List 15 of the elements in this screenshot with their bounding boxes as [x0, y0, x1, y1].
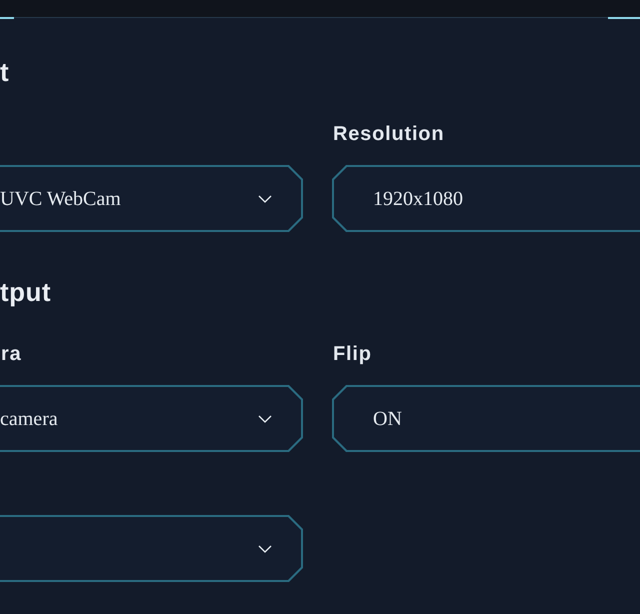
dropdown-select[interactable] — [0, 515, 303, 582]
field-label: Flip — [332, 342, 372, 366]
field-label: ra — [0, 342, 22, 366]
field-label: Resolution — [332, 122, 444, 146]
section-heading: t — [0, 56, 10, 88]
accent-line — [0, 17, 14, 19]
chevron-down-icon — [258, 414, 272, 422]
dropdown-select[interactable]: camera — [0, 385, 303, 452]
chevron-down-icon — [258, 194, 272, 202]
chevron-down-icon — [258, 544, 272, 552]
section-heading: tput — [0, 276, 52, 308]
dropdown-select[interactable]: UVC WebCam — [0, 165, 303, 232]
text-field[interactable]: ON — [332, 385, 640, 452]
accent-line — [608, 17, 640, 19]
text-field[interactable]: 1920x1080 — [332, 165, 640, 232]
